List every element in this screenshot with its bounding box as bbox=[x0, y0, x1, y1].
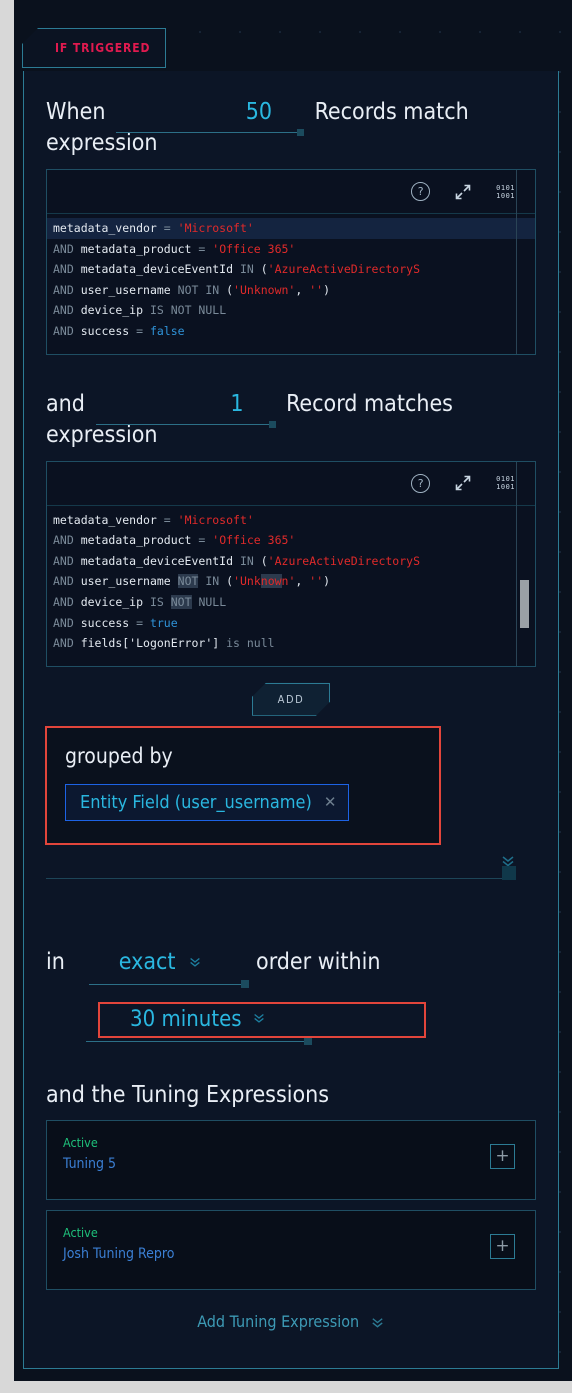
binary-bottom: 1001 bbox=[496, 191, 515, 200]
input-underline bbox=[89, 983, 242, 985]
page-root: IF TRIGGERED When 50 Records match expre… bbox=[0, 0, 572, 1393]
record-count-value-2: 1 bbox=[230, 390, 244, 417]
time-window-row: 30 minutes bbox=[46, 1001, 536, 1045]
expression-editor-1[interactable]: ? 0101 1001 metadata_vendor = 'Microsoft… bbox=[46, 169, 536, 355]
tuning-expression-list: Active Tuning 5 + Active Josh Tuning Repro + bbox=[46, 1119, 536, 1290]
code-line: AND metadata_product = 'Office 365' bbox=[53, 241, 296, 256]
add-expression-button[interactable]: ADD bbox=[252, 683, 330, 716]
expression-editor-2[interactable]: ? 0101 1001 metadata_vendor = 'Microsoft… bbox=[46, 460, 536, 667]
order-mode-value: exact bbox=[118, 948, 176, 975]
tuning-status-badge: Active bbox=[63, 1224, 98, 1240]
tuning-status-badge: Active bbox=[63, 1134, 98, 1150]
tab-if-triggered[interactable]: IF TRIGGERED bbox=[22, 28, 166, 68]
code-line: AND user_username NOT IN ('Unknown', '') bbox=[53, 574, 331, 589]
grouped-by-title: grouped by bbox=[65, 743, 173, 768]
code-line: AND user_username NOT IN ('Unknown', '') bbox=[53, 282, 331, 297]
plus-icon[interactable]: + bbox=[490, 1233, 515, 1259]
chevron-double-down-icon[interactable] bbox=[252, 1011, 266, 1029]
add-tuning-expression-label: Add Tuning Expression bbox=[197, 1311, 360, 1331]
order-suffix-label: order within bbox=[256, 948, 381, 975]
when-prefix-label: When bbox=[46, 99, 106, 125]
code-gutter-divider bbox=[516, 170, 517, 354]
if-triggered-panel: When 50 Records match expression ? 0101 … bbox=[23, 71, 559, 1369]
binary-code-icon[interactable]: 0101 1001 bbox=[496, 475, 515, 491]
code-scrollbar-thumb[interactable] bbox=[520, 579, 529, 628]
code-line: AND success = false bbox=[53, 323, 185, 338]
input-resize-handle[interactable] bbox=[268, 420, 276, 428]
chevron-double-down-icon[interactable] bbox=[188, 955, 202, 973]
input-underline bbox=[116, 132, 299, 133]
editor-toolbar-2: ? 0101 1001 bbox=[47, 462, 535, 506]
tab-if-triggered-label: IF TRIGGERED bbox=[55, 41, 151, 55]
time-window-select[interactable]: 30 minutes bbox=[98, 1001, 426, 1038]
expand-arrows-icon[interactable] bbox=[454, 183, 472, 201]
record-count-input-1[interactable]: 50 bbox=[112, 97, 308, 136]
code-area-2[interactable]: metadata_vendor = 'Microsoft' AND metadat… bbox=[47, 506, 535, 666]
code-line: AND fields['LogonError'] is null bbox=[53, 636, 275, 651]
group-by-chip[interactable]: Entity Field (user_username) ✕ bbox=[65, 783, 350, 821]
section-resize-handle[interactable] bbox=[502, 865, 516, 880]
editor-toolbar-1: ? 0101 1001 bbox=[47, 170, 535, 214]
input-resize-handle[interactable] bbox=[297, 129, 305, 136]
add-expression-label: ADD bbox=[277, 692, 305, 706]
tuning-expression-card[interactable]: Active Tuning 5 + bbox=[46, 1119, 536, 1200]
code-line: metadata_vendor = 'Microsoft' bbox=[47, 218, 535, 239]
code-line: metadata_vendor = 'Microsoft' bbox=[53, 512, 254, 527]
code-line: AND success = true bbox=[53, 615, 178, 630]
code-area-1[interactable]: metadata_vendor = 'Microsoft' AND metadat… bbox=[47, 214, 535, 354]
code-line: AND device_ip IS NOT NULL bbox=[53, 594, 227, 609]
help-circle-icon[interactable]: ? bbox=[411, 182, 431, 201]
when-records-phrase: When 50 Records match expression bbox=[46, 97, 536, 159]
plus-icon[interactable]: + bbox=[490, 1143, 515, 1169]
tuning-name-link[interactable]: Tuning 5 bbox=[63, 1156, 519, 1172]
tuning-name-link[interactable]: Josh Tuning Repro bbox=[63, 1246, 519, 1262]
binary-top: 0101 bbox=[496, 183, 515, 192]
and-prefix-label: and bbox=[46, 390, 85, 417]
binary-code-icon[interactable]: 0101 1001 bbox=[496, 184, 515, 200]
tuning-expressions-title: and the Tuning Expressions bbox=[46, 1081, 330, 1108]
input-underline bbox=[86, 1040, 306, 1042]
grouped-expand-row bbox=[46, 847, 536, 881]
time-window-value: 30 minutes bbox=[130, 1007, 242, 1033]
record-count-value-1: 50 bbox=[245, 99, 273, 125]
code-line: AND metadata_product = 'Office 365' bbox=[53, 533, 296, 548]
order-mode-select[interactable]: exact bbox=[71, 947, 250, 988]
input-resize-handle[interactable] bbox=[304, 1036, 312, 1045]
binary-top: 0101 bbox=[496, 475, 515, 484]
rule-canvas: IF TRIGGERED When 50 Records match expre… bbox=[14, 0, 572, 1381]
section-divider bbox=[46, 865, 516, 880]
add-tuning-expression-button[interactable]: Add Tuning Expression bbox=[46, 1312, 536, 1331]
code-line: AND metadata_deviceEventId IN ('AzureAct… bbox=[53, 262, 420, 277]
chevron-double-down-icon[interactable] bbox=[370, 1315, 385, 1331]
tuning-expression-card[interactable]: Active Josh Tuning Repro + bbox=[46, 1209, 536, 1290]
order-prefix-label: in bbox=[46, 948, 65, 975]
binary-bottom: 1001 bbox=[496, 483, 515, 492]
order-phrase: in exact order within bbox=[46, 947, 536, 988]
record-count-input-2[interactable]: 1 bbox=[92, 389, 280, 428]
help-circle-icon[interactable]: ? bbox=[411, 473, 431, 493]
code-gutter-divider bbox=[516, 461, 517, 666]
code-line: AND metadata_deviceEventId IN ('AzureAct… bbox=[53, 553, 420, 568]
group-by-chip-label: Entity Field (user_username) bbox=[80, 791, 312, 813]
grouped-by-section: grouped by Entity Field (user_username) … bbox=[45, 725, 441, 845]
expand-arrows-icon[interactable] bbox=[454, 474, 472, 492]
close-icon[interactable]: ✕ bbox=[324, 793, 337, 811]
code-line: AND device_ip IS NOT NULL bbox=[53, 303, 227, 318]
input-resize-handle[interactable] bbox=[241, 979, 250, 988]
and-record-phrase: and 1 Record matches expression bbox=[46, 389, 536, 451]
input-underline bbox=[95, 423, 270, 425]
